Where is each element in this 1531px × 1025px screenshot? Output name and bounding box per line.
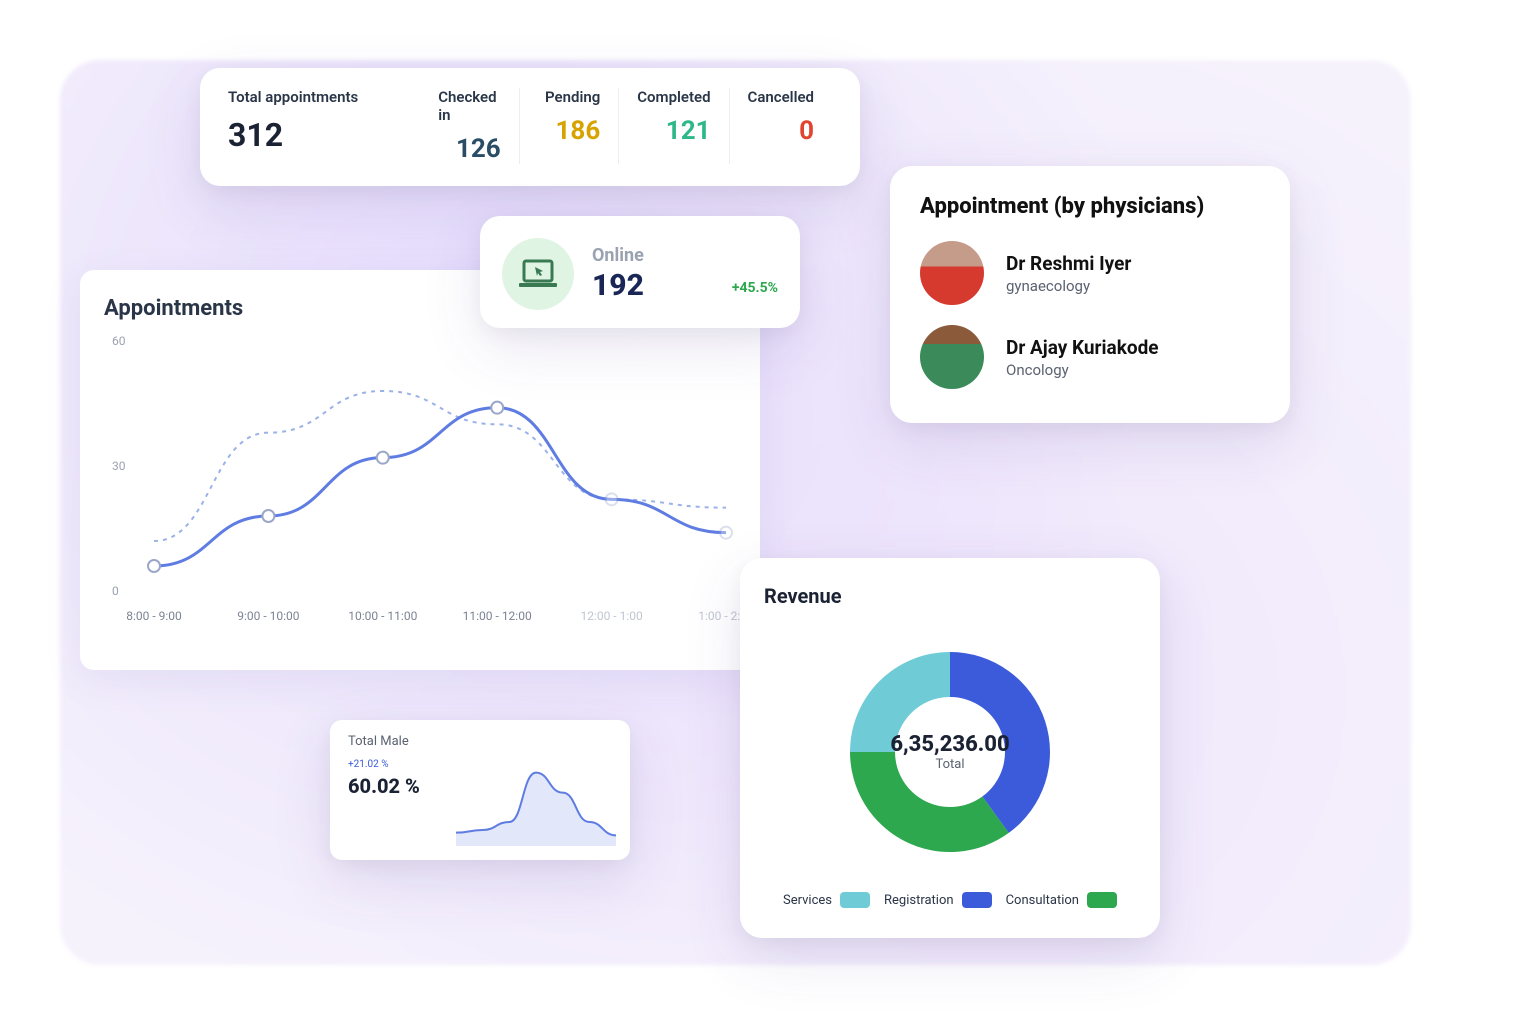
stat-value: 121: [666, 116, 711, 146]
revenue-total-value: 6,35,236.00: [890, 732, 1009, 757]
revenue-total-label: Total: [890, 757, 1009, 772]
laptop-cursor-icon: [502, 238, 574, 310]
online-label: Online: [592, 245, 714, 266]
avatar: [920, 325, 984, 389]
physicians-title: Appointment (by physicians): [920, 194, 1260, 219]
total-male-card: Total Male +21.02 % 60.02 %: [330, 720, 630, 860]
legend-item: Consultation: [1006, 892, 1117, 908]
stat-pending: Pending 186: [519, 88, 619, 164]
online-delta: +45.5%: [732, 280, 778, 296]
revenue-title: Revenue: [764, 584, 1136, 608]
physician-name: Dr Reshmi Iyer: [1006, 252, 1131, 275]
total-male-label: Total Male: [348, 734, 612, 749]
stat-total: Total appointments 312: [228, 88, 420, 164]
stat-cancelled: Cancelled 0: [729, 88, 832, 164]
revenue-donut-chart: 6,35,236.00 Total: [820, 622, 1080, 882]
stat-label: Completed: [637, 88, 710, 106]
stat-value: 126: [456, 134, 501, 164]
stats-summary-card: Total appointments 312 Checked in 126Pen…: [200, 68, 860, 186]
stat-total-value: 312: [228, 116, 420, 154]
legend-item: Registration: [884, 892, 992, 908]
legend-label: Consultation: [1006, 893, 1079, 908]
physician-row[interactable]: Dr Ajay Kuriakode Oncology: [920, 325, 1260, 389]
online-value: 192: [592, 268, 714, 303]
appointments-chart-card: Appointments 030608:00 - 9:009:00 - 10:0…: [80, 270, 760, 670]
revenue-legend: Services Registration Consultation: [764, 892, 1136, 908]
legend-label: Services: [783, 893, 832, 908]
physicians-card: Appointment (by physicians) Dr Reshmi Iy…: [890, 166, 1290, 423]
appointments-line-chart: 030608:00 - 9:009:00 - 10:0010:00 - 11:0…: [104, 331, 736, 631]
legend-swatch: [1087, 892, 1117, 908]
stat-label: Pending: [545, 88, 600, 106]
stat-label: Cancelled: [748, 88, 814, 106]
stat-value: 0: [799, 116, 814, 146]
legend-swatch: [962, 892, 992, 908]
stat-value: 186: [555, 116, 600, 146]
total-male-sparkline: [456, 766, 616, 846]
online-card: Online 192 +45.5%: [480, 216, 800, 328]
physician-row[interactable]: Dr Reshmi Iyer gynaecology: [920, 241, 1260, 305]
revenue-card: Revenue 6,35,236.00 Total Services Regist…: [740, 558, 1160, 938]
physician-name: Dr Ajay Kuriakode: [1006, 336, 1159, 359]
avatar: [920, 241, 984, 305]
physician-spec: Oncology: [1006, 361, 1159, 379]
legend-item: Services: [783, 892, 870, 908]
stat-checked-in: Checked in 126: [420, 88, 519, 164]
stat-label: Checked in: [438, 88, 501, 124]
legend-swatch: [840, 892, 870, 908]
stat-total-label: Total appointments: [228, 88, 420, 106]
stat-completed: Completed 121: [618, 88, 728, 164]
legend-label: Registration: [884, 893, 954, 908]
physician-spec: gynaecology: [1006, 277, 1131, 295]
